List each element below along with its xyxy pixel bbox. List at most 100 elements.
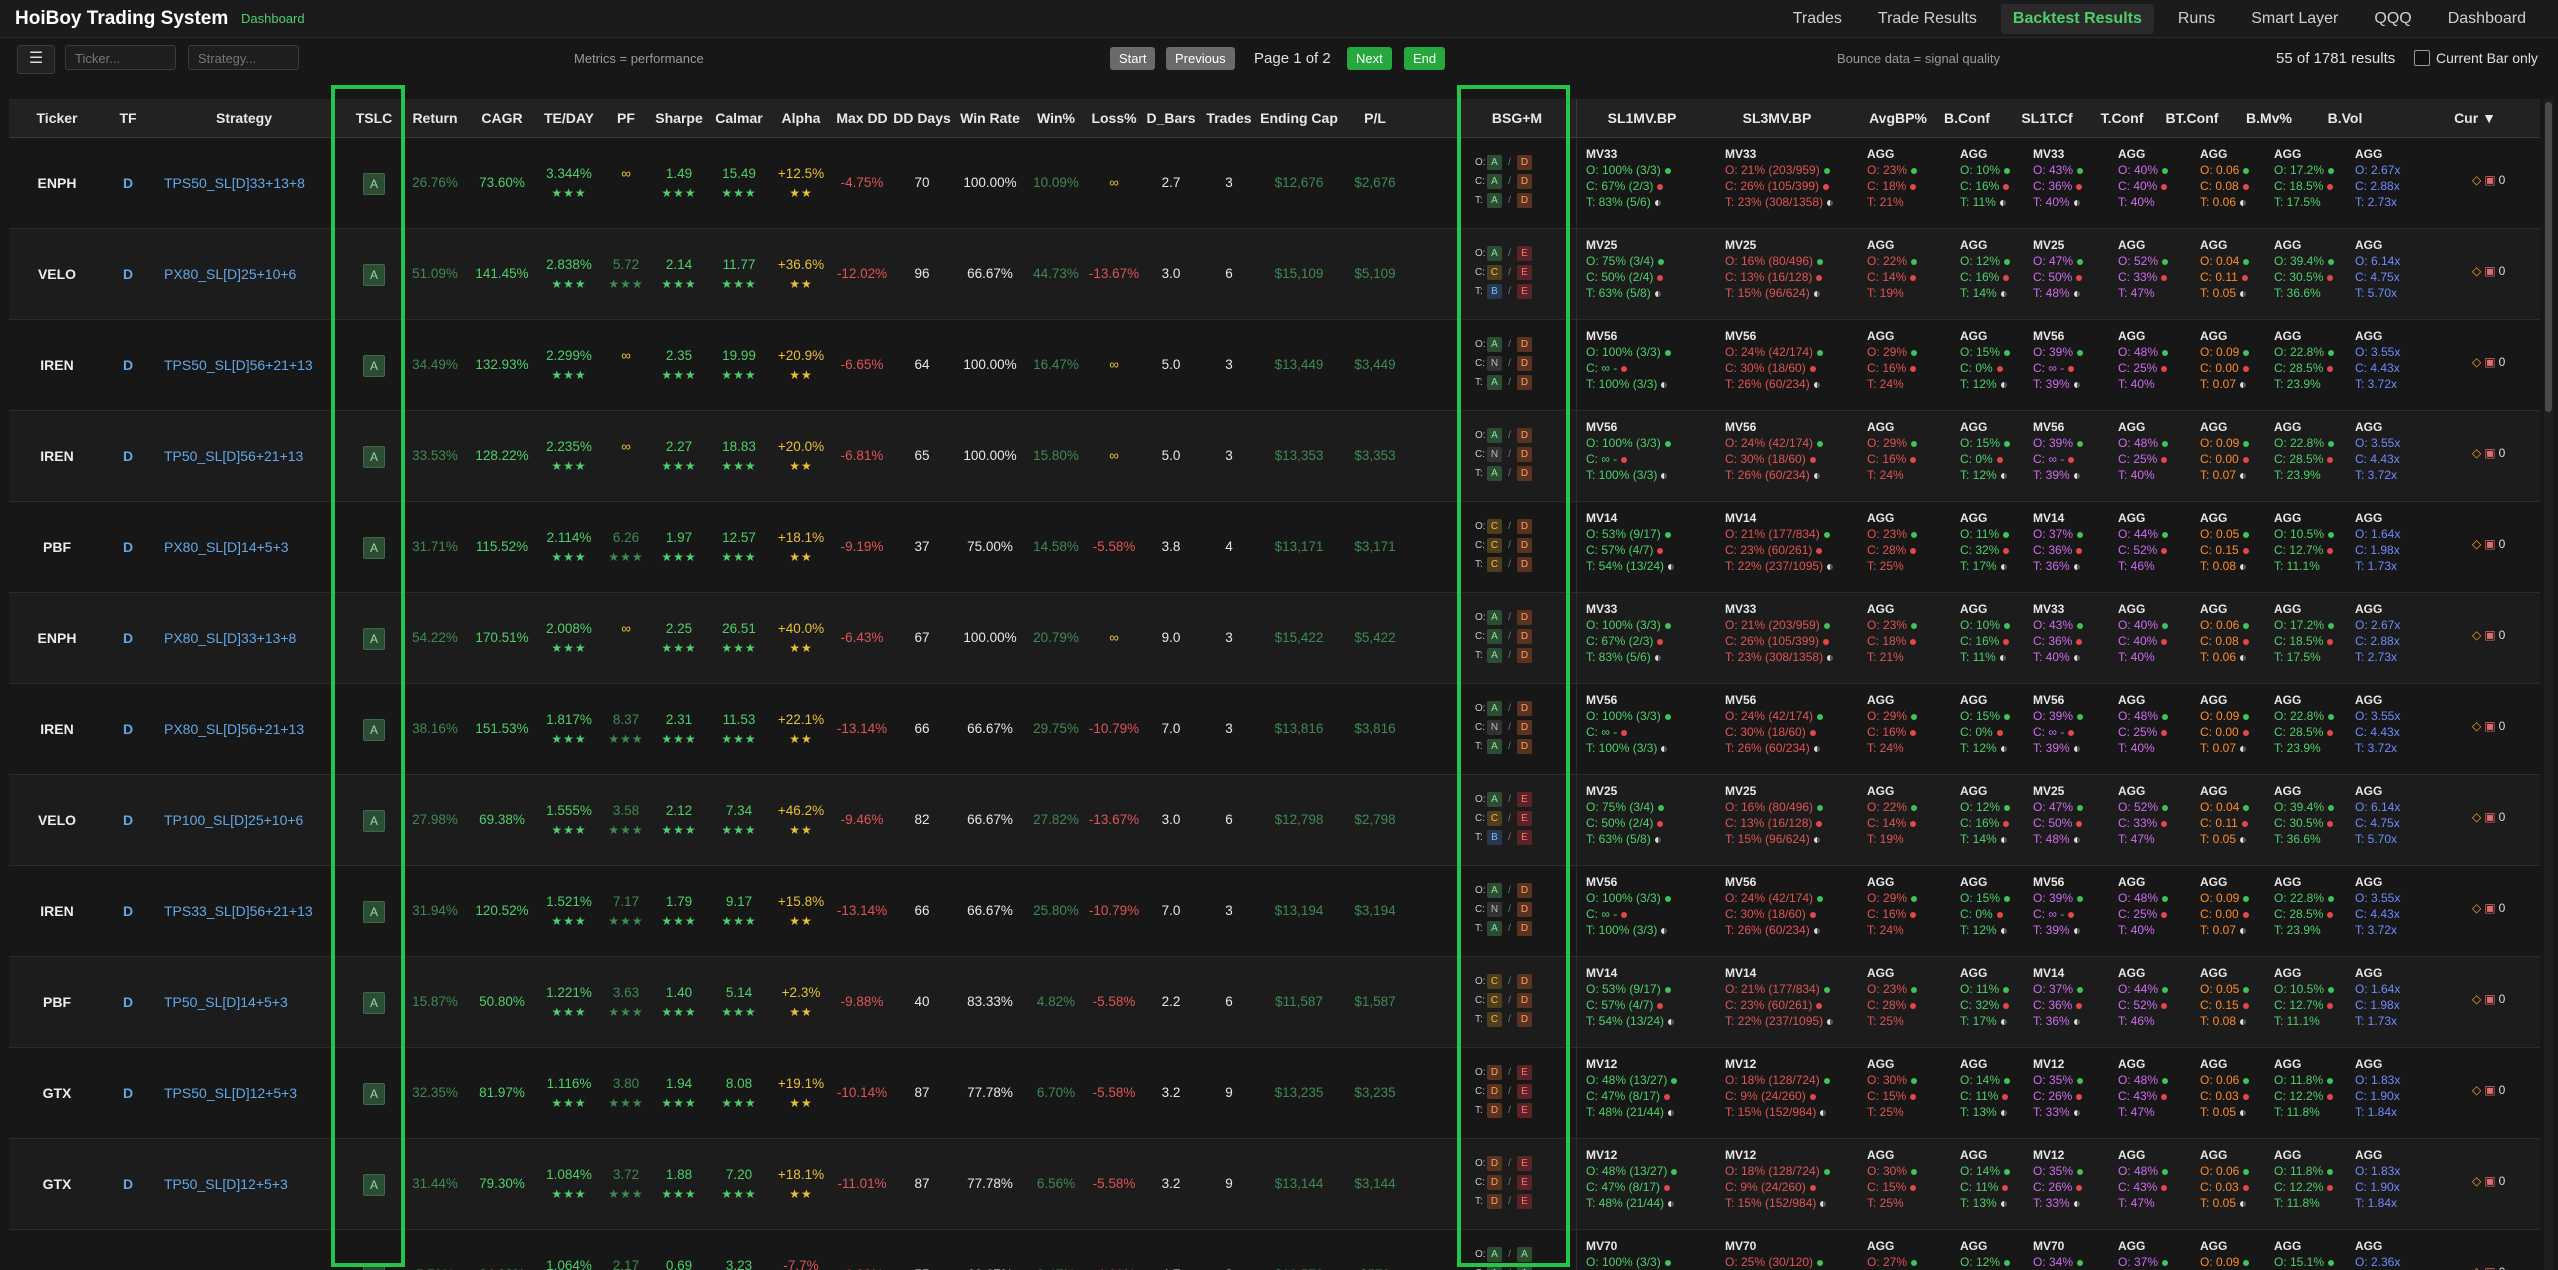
start-button[interactable]: Start xyxy=(1110,47,1156,70)
next-button[interactable]: Next xyxy=(1347,47,1392,70)
current-bar-icons[interactable]: ◇▣0 xyxy=(2472,1174,2505,1188)
current-bar-icons[interactable]: ◇▣0 xyxy=(2472,1265,2505,1270)
col-header-5[interactable]: CAGR xyxy=(481,110,522,126)
ticker-cell[interactable]: GTX xyxy=(43,1085,72,1101)
current-bar-icons[interactable]: ◇▣0 xyxy=(2472,719,2505,733)
current-bar-toggle[interactable]: Current Bar only xyxy=(2414,50,2538,66)
table-row[interactable]: PBF D TP50_SL[D]14+5+3 A 15.87% 50.80% 1.221% ★… xyxy=(9,957,2540,1048)
col-header-25[interactable]: SL1T.Cf xyxy=(2021,110,2072,126)
col-header-28[interactable]: B.Mv% xyxy=(2246,110,2292,126)
col-header-22[interactable]: SL3MV.BP xyxy=(1743,110,1812,126)
col-header-9[interactable]: Calmar xyxy=(715,110,762,126)
current-bar-icons[interactable]: ◇▣0 xyxy=(2472,1083,2505,1097)
col-header-12[interactable]: DD Days xyxy=(893,110,951,126)
strategy-link[interactable]: PX80_SL[D]14+5+3 xyxy=(164,539,289,555)
nav-trades[interactable]: Trades xyxy=(1781,4,1854,34)
col-header-8[interactable]: Sharpe xyxy=(655,110,702,126)
table-row[interactable]: PLDTPS50_SL[D]70+27+17A5.73%24.93%1.064%… xyxy=(9,1230,2540,1270)
strategy-link[interactable]: TPS50_SL[D]56+21+13 xyxy=(164,357,313,373)
app-title[interactable]: HoiBoy Trading System xyxy=(15,8,228,30)
scrollbar-thumb[interactable] xyxy=(2545,102,2552,412)
previous-button[interactable]: Previous xyxy=(1166,47,1235,70)
ticker-cell[interactable]: VELO xyxy=(38,266,76,282)
table-row[interactable]: GTX D TPS50_SL[D]12+5+3 A 32.35% 81.97% 1.116%… xyxy=(9,1048,2540,1139)
ticker-cell[interactable]: IREN xyxy=(40,448,73,464)
strategy-filter-input[interactable]: Strategy... xyxy=(188,45,299,70)
current-bar-icons[interactable]: ◇▣0 xyxy=(2472,446,2505,460)
nav-runs[interactable]: Runs xyxy=(2166,4,2227,34)
strategy-link[interactable]: TPS50_SL[D]12+5+3 xyxy=(164,1085,297,1101)
table-row[interactable]: ENPH D PX80_SL[D]33+13+8 A 54.22% 170.51% 2.00… xyxy=(9,593,2540,684)
col-header-23[interactable]: AvgBP% xyxy=(1869,110,1927,126)
table-row[interactable]: VELO D PX80_SL[D]25+10+6 A 51.09% 141.45% 2.83… xyxy=(9,229,2540,320)
table-row[interactable]: GTX D TP50_SL[D]12+5+3 A 31.44% 79.30% 1.084% ★… xyxy=(9,1139,2540,1230)
col-header-21[interactable]: SL1MV.BP xyxy=(1608,110,1677,126)
current-bar-icons[interactable]: ◇▣0 xyxy=(2472,992,2505,1006)
nav-backtest-results[interactable]: Backtest Results xyxy=(2000,3,2154,34)
col-header-1[interactable]: TF xyxy=(119,110,136,126)
col-header-7[interactable]: PF xyxy=(617,110,635,126)
col-header-11[interactable]: Max DD xyxy=(836,110,887,126)
col-header-6[interactable]: TE/DAY xyxy=(544,110,594,126)
strategy-link[interactable]: PX80_SL[D]56+21+13 xyxy=(164,721,304,737)
ticker-cell[interactable]: IREN xyxy=(40,903,73,919)
strategy-link[interactable]: TP50_SL[D]56+21+13 xyxy=(164,448,303,464)
strategy-link[interactable]: TPS33_SL[D]56+21+13 xyxy=(164,903,313,919)
col-header-27[interactable]: BT.Conf xyxy=(2166,110,2219,126)
table-row[interactable]: IREN D PX80_SL[D]56+21+13 A 38.16% 151.53% 1.8… xyxy=(9,684,2540,775)
current-bar-icons[interactable]: ◇▣0 xyxy=(2472,355,2505,369)
col-header-20[interactable]: BSG+M xyxy=(1492,110,1542,126)
ticker-cell[interactable]: IREN xyxy=(40,357,73,373)
ticker-cell[interactable]: ENPH xyxy=(38,175,77,191)
current-bar-icons[interactable]: ◇▣0 xyxy=(2472,810,2505,824)
col-header-16[interactable]: D_Bars xyxy=(1146,110,1195,126)
table-row[interactable]: IREN D TPS33_SL[D]56+21+13 A 31.94% 120.52% 1.… xyxy=(9,866,2540,957)
ticker-cell[interactable]: ENPH xyxy=(38,630,77,646)
col-header-14[interactable]: Win% xyxy=(1037,110,1075,126)
table-row[interactable]: IREN D TP50_SL[D]56+21+13 A 33.53% 128.22% 2.2… xyxy=(9,411,2540,502)
table-row[interactable]: VELO D TP100_SL[D]25+10+6 A 27.98% 69.38% 1.55… xyxy=(9,775,2540,866)
current-bar-icons[interactable]: ◇▣0 xyxy=(2472,173,2505,187)
col-header-24[interactable]: B.Conf xyxy=(1944,110,1990,126)
current-bar-icons[interactable]: ◇▣0 xyxy=(2472,264,2505,278)
nav-trade-results[interactable]: Trade Results xyxy=(1866,4,1989,34)
ticker-cell[interactable]: PBF xyxy=(43,994,71,1010)
ticker-cell[interactable]: GTX xyxy=(43,1176,72,1192)
current-bar-icons[interactable]: ◇▣0 xyxy=(2472,628,2505,642)
strategy-link[interactable]: PX80_SL[D]25+10+6 xyxy=(164,266,296,282)
col-header-0[interactable]: Ticker xyxy=(37,110,78,126)
table-row[interactable]: PBF D PX80_SL[D]14+5+3 A 31.71% 115.52% 2.114%… xyxy=(9,502,2540,593)
app-subtitle[interactable]: Dashboard xyxy=(241,11,305,26)
current-bar-checkbox[interactable] xyxy=(2414,50,2430,66)
col-header-30[interactable]: Cur ▼ xyxy=(2454,110,2496,126)
col-header-4[interactable]: Return xyxy=(412,110,457,126)
ticker-cell[interactable]: PBF xyxy=(43,539,71,555)
strategy-link[interactable]: TP50_SL[D]12+5+3 xyxy=(164,1176,288,1192)
col-header-13[interactable]: Win Rate xyxy=(960,110,1020,126)
ticker-filter-input[interactable]: Ticker... xyxy=(65,45,176,70)
nav-smart-layer[interactable]: Smart Layer xyxy=(2239,4,2350,34)
ticker-cell[interactable]: IREN xyxy=(40,721,73,737)
col-header-18[interactable]: Ending Cap xyxy=(1260,110,1338,126)
hamburger-menu-icon[interactable]: ☰ xyxy=(17,45,55,74)
strategy-link[interactable]: TP50_SL[D]14+5+3 xyxy=(164,994,288,1010)
col-header-29[interactable]: B.Vol xyxy=(2328,110,2363,126)
col-header-2[interactable]: Strategy xyxy=(216,110,272,126)
col-header-17[interactable]: Trades xyxy=(1206,110,1251,126)
end-button[interactable]: End xyxy=(1404,47,1446,70)
col-header-3[interactable]: TSLC xyxy=(356,110,393,126)
strategy-link[interactable]: TPS50_SL[D]33+13+8 xyxy=(164,175,305,191)
strategy-link[interactable]: PX80_SL[D]33+13+8 xyxy=(164,630,296,646)
col-header-15[interactable]: Loss% xyxy=(1091,110,1136,126)
nav-qqq[interactable]: QQQ xyxy=(2362,4,2423,34)
ticker-cell[interactable]: VELO xyxy=(38,812,76,828)
nav-dashboard[interactable]: Dashboard xyxy=(2436,4,2538,34)
col-header-10[interactable]: Alpha xyxy=(782,110,821,126)
table-row[interactable]: IREN D TPS50_SL[D]56+21+13 A 34.49% 132.93% 2.… xyxy=(9,320,2540,411)
strategy-link[interactable]: TP100_SL[D]25+10+6 xyxy=(164,812,303,828)
col-header-26[interactable]: T.Conf xyxy=(2101,110,2144,126)
col-header-19[interactable]: P/L xyxy=(1364,110,1386,126)
table-row[interactable]: ENPH D TPS50_SL[D]33+13+8 A 26.76% 73.60% 3.34… xyxy=(9,138,2540,229)
current-bar-icons[interactable]: ◇▣0 xyxy=(2472,901,2505,915)
current-bar-icons[interactable]: ◇▣0 xyxy=(2472,537,2505,551)
